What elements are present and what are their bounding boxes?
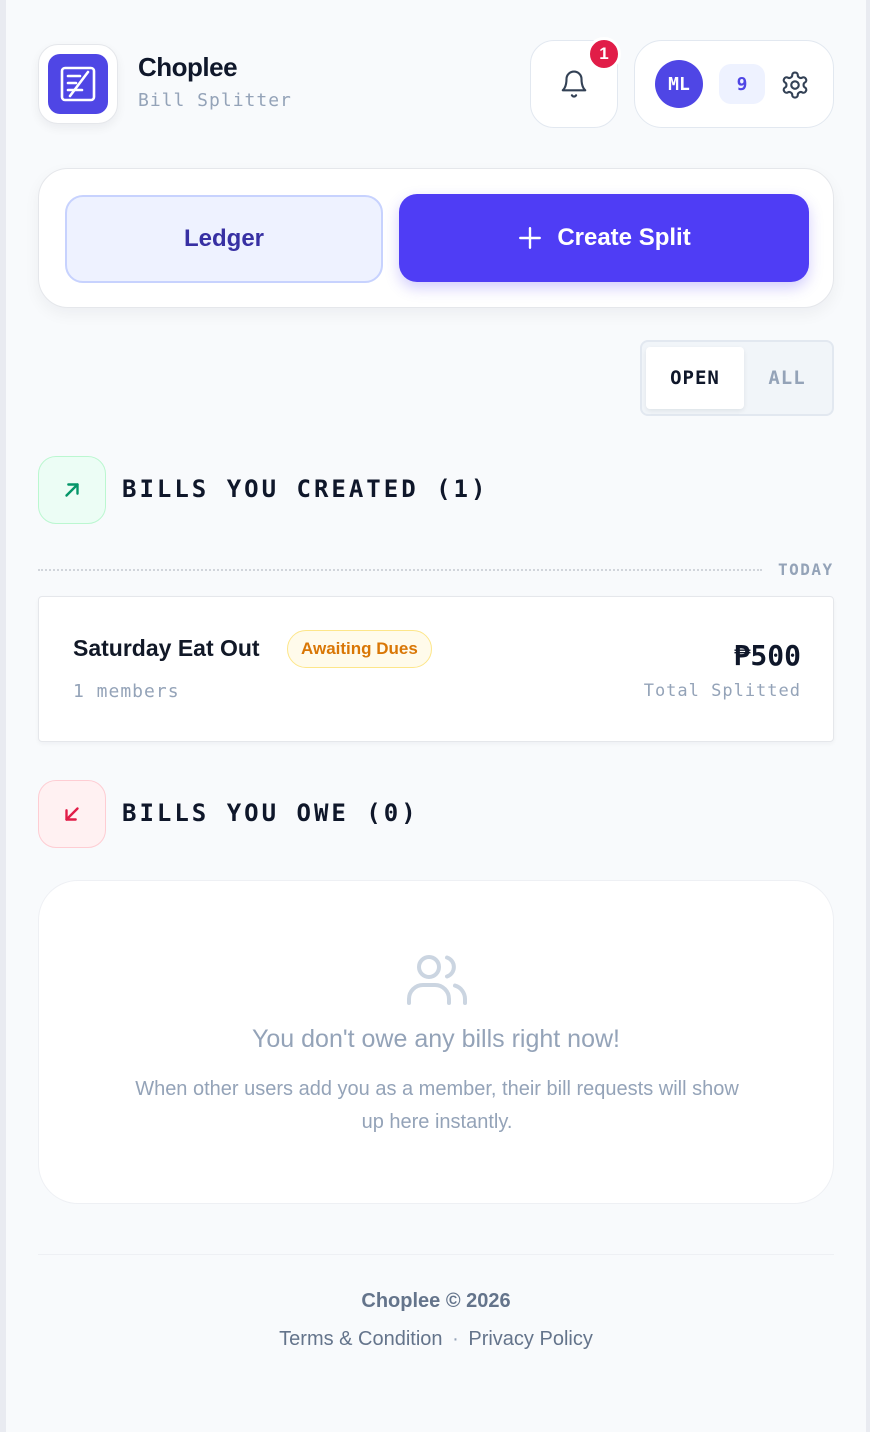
filter-toggle: OPEN ALL [640,340,834,416]
created-section-title: BILLS YOU CREATED (1) [122,475,489,503]
logo-icon [48,54,108,114]
filter-open-tab[interactable]: OPEN [646,347,744,409]
date-divider [38,569,762,571]
bill-amount-label: Total Splitted [643,681,801,701]
avatar[interactable]: ML [655,60,703,108]
footer-links: Terms & Condition · Privacy Policy [6,1328,866,1351]
owe-section-title: BILLS YOU OWE (0) [122,799,419,827]
brand-name: Choplee [138,52,238,82]
created-section-icon-box [38,456,106,524]
bill-name: Saturday Eat Out [73,635,260,661]
brand-subtitle: Bill Splitter [138,90,292,111]
create-split-button[interactable]: Create Split [399,194,809,282]
notification-badge: 1 [587,37,621,71]
bell-icon [561,70,587,98]
gear-icon [782,71,808,99]
user-menu: ML 9 [634,40,834,128]
action-card: Ledger Create Split [38,168,834,308]
bill-members: 1 members [73,681,180,702]
owe-section-icon-box [38,780,106,848]
plus-icon [519,227,542,249]
footer-divider [38,1254,834,1255]
date-group-label: TODAY [778,560,834,579]
privacy-link[interactable]: Privacy Policy [468,1328,592,1350]
footer-separator: · [452,1328,459,1350]
empty-state-title: You don't owe any bills right now! [252,1025,620,1053]
app-logo[interactable] [38,44,118,124]
create-split-label: Create Split [557,224,691,251]
users-icon [407,955,467,1005]
arrow-down-left-icon [65,807,79,821]
filter-all-tab[interactable]: ALL [744,347,830,409]
footer-copyright: Choplee © 2026 [361,1290,511,1312]
app-page: Choplee Bill Splitter 1 ML 9 Ledger Crea… [6,0,866,1432]
notifications-button[interactable]: 1 [530,37,621,128]
settings-button[interactable] [777,67,813,103]
terms-link[interactable]: Terms & Condition [279,1328,442,1350]
arrow-up-right-icon [65,483,79,497]
bill-card[interactable]: Saturday Eat Out Awaiting Dues 1 members… [38,596,834,742]
status-badge: Awaiting Dues [287,630,432,668]
user-count-badge[interactable]: 9 [719,64,765,104]
bill-amount: ₱500 [733,639,801,672]
empty-state-card: You don't owe any bills right now! When … [38,880,834,1204]
ledger-button[interactable]: Ledger [65,195,383,283]
empty-state-description: When other users add you as a member, th… [135,1078,739,1133]
